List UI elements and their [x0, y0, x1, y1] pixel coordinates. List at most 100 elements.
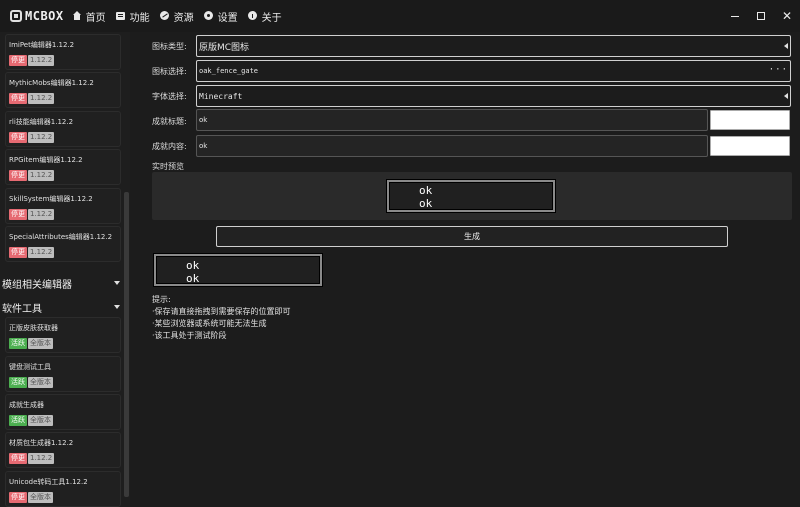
generate-button[interactable]: 生成: [216, 226, 728, 247]
status-badge: 停更: [9, 209, 27, 220]
chevron-down-icon: [114, 281, 120, 285]
result-content: ok: [186, 272, 200, 285]
tool-card[interactable]: MythicMobs编辑器1.12.2 停更 1.12.2: [5, 72, 121, 108]
settings-icon: [203, 11, 214, 21]
font-select[interactable]: Minecraft: [196, 85, 791, 107]
app-logo[interactable]: MCBOX: [10, 9, 64, 23]
tool-title: 正版皮肤获取器: [9, 324, 58, 332]
nav-function[interactable]: 功能: [115, 9, 150, 24]
close-button[interactable]: ✕: [774, 0, 800, 32]
maximize-button[interactable]: [748, 0, 774, 32]
main-panel: 图标类型: 原版MC图标 图标选择: oak_fence_gate ··· 字体…: [133, 32, 800, 507]
generate-button-label: 生成: [464, 232, 480, 241]
nav-settings-label: 设置: [217, 12, 238, 24]
tool-title: SkillSystem编辑器1.12.2: [9, 195, 93, 203]
version-badge: 全版本: [28, 338, 53, 349]
status-badge: 活跃: [9, 377, 27, 388]
tool-card[interactable]: rli技能编辑器1.12.2 停更 1.12.2: [5, 111, 121, 147]
tool-card[interactable]: 键盘测试工具 活跃 全版本: [5, 356, 121, 392]
tool-card[interactable]: Unicode转码工具1.12.2 停更 全版本: [5, 471, 121, 507]
minimize-icon: [731, 15, 739, 17]
maximize-icon: [757, 12, 765, 20]
nav-about[interactable]: 关于: [247, 9, 282, 24]
sidebar-scrollbar[interactable]: [124, 192, 129, 497]
minimize-button[interactable]: [722, 0, 748, 32]
section-tools-label: 软件工具: [2, 303, 42, 315]
tool-title: rli技能编辑器1.12.2: [9, 118, 74, 126]
achievement-result[interactable]: ok ok: [153, 253, 323, 287]
tips: 提示: ·保存请直接拖拽到需要保存的位置即可 ·某些浏览器或系统可能无法生成 ·…: [152, 294, 291, 342]
logo-icon: [10, 10, 22, 22]
nav-resource-label: 资源: [173, 12, 194, 24]
version-badge: 全版本: [28, 415, 53, 426]
icon-type-label: 图标类型:: [152, 42, 187, 51]
version-badge: 1.12.2: [28, 132, 55, 143]
version-badge: 1.12.2: [28, 170, 55, 181]
tip-item: ·该工具处于测试阶段: [152, 331, 227, 340]
chevron-down-icon: [114, 305, 120, 309]
close-icon: ✕: [781, 9, 793, 23]
preview-label: 实时预览: [152, 162, 184, 171]
nav-about-label: 关于: [261, 12, 282, 24]
tool-title: 成就生成器: [9, 401, 44, 409]
nav-home[interactable]: 首页: [72, 9, 106, 24]
title-input-value: ok: [199, 116, 208, 124]
more-icon[interactable]: ···: [769, 65, 788, 75]
top-bar: MCBOX 首页 功能 资源 设置 关于 ✕: [0, 0, 800, 32]
content-color-picker[interactable]: [710, 136, 790, 156]
title-label: 成就标题:: [152, 117, 187, 126]
nav-resource[interactable]: 资源: [159, 9, 194, 24]
nav-settings[interactable]: 设置: [203, 9, 238, 24]
window-controls: ✕: [722, 0, 800, 32]
status-badge: 停更: [9, 170, 27, 181]
tool-card[interactable]: SpecialAttributes编辑器1.12.2 停更 1.12.2: [5, 226, 121, 262]
dropdown-arrow-icon: [784, 43, 788, 49]
icon-select-label: 图标选择:: [152, 67, 187, 76]
icon-type-select[interactable]: 原版MC图标: [196, 35, 791, 57]
icon-select-field[interactable]: oak_fence_gate ···: [196, 60, 791, 82]
nav-function-label: 功能: [129, 12, 150, 24]
font-value: Minecraft: [199, 91, 243, 101]
title-input[interactable]: ok: [196, 109, 708, 131]
version-badge: 全版本: [28, 377, 53, 388]
info-icon: [247, 11, 258, 21]
tips-heading: 提示:: [152, 295, 171, 304]
tip-item: ·保存请直接拖拽到需要保存的位置即可: [152, 307, 291, 316]
title-color-picker[interactable]: [710, 110, 790, 130]
section-mod-editors[interactable]: 模组相关编辑器: [0, 274, 128, 292]
tool-title: RPGitem编辑器1.12.2: [9, 156, 83, 164]
font-label: 字体选择:: [152, 92, 187, 101]
tool-card[interactable]: 材质包生成器1.12.2 停更 1.12.2: [5, 432, 121, 468]
version-badge: 1.12.2: [28, 453, 55, 464]
status-badge: 活跃: [9, 338, 27, 349]
content-input-value: ok: [199, 142, 208, 150]
achievement-preview: ok ok: [386, 179, 556, 213]
tool-card[interactable]: SkillSystem编辑器1.12.2 停更 1.12.2: [5, 188, 121, 224]
tool-card[interactable]: 成就生成器 活跃 全版本: [5, 394, 121, 430]
function-icon: [115, 11, 126, 21]
main-nav: 首页 功能 资源 设置 关于: [72, 9, 292, 24]
tool-title: SpecialAttributes编辑器1.12.2: [9, 233, 113, 241]
tool-card[interactable]: ImiPet编辑器1.12.2 停更 1.12.2: [5, 34, 121, 70]
nav-home-label: 首页: [85, 12, 106, 24]
content-input[interactable]: ok: [196, 135, 708, 157]
tool-card[interactable]: RPGitem编辑器1.12.2 停更 1.12.2: [5, 149, 121, 185]
preview-title: ok: [419, 184, 433, 197]
tip-item: ·某些浏览器或系统可能无法生成: [152, 319, 267, 328]
status-badge: 停更: [9, 132, 27, 143]
resource-icon: [159, 11, 170, 21]
version-badge: 1.12.2: [28, 247, 55, 258]
icon-type-value: 原版MC图标: [199, 42, 250, 53]
status-badge: 活跃: [9, 415, 27, 426]
version-badge: 1.12.2: [28, 93, 55, 104]
home-icon: [72, 11, 82, 21]
version-badge: 全版本: [28, 492, 53, 503]
logo-text: MCBOX: [25, 9, 64, 23]
content-label: 成就内容:: [152, 142, 187, 151]
sidebar: ImiPet编辑器1.12.2 停更 1.12.2 MythicMobs编辑器1.…: [0, 32, 130, 507]
preview-content: ok: [419, 197, 433, 210]
dropdown-arrow-icon: [784, 93, 788, 99]
section-software-tools[interactable]: 软件工具: [0, 298, 128, 316]
tool-card[interactable]: 正版皮肤获取器 活跃 全版本: [5, 317, 121, 353]
status-badge: 停更: [9, 93, 27, 104]
